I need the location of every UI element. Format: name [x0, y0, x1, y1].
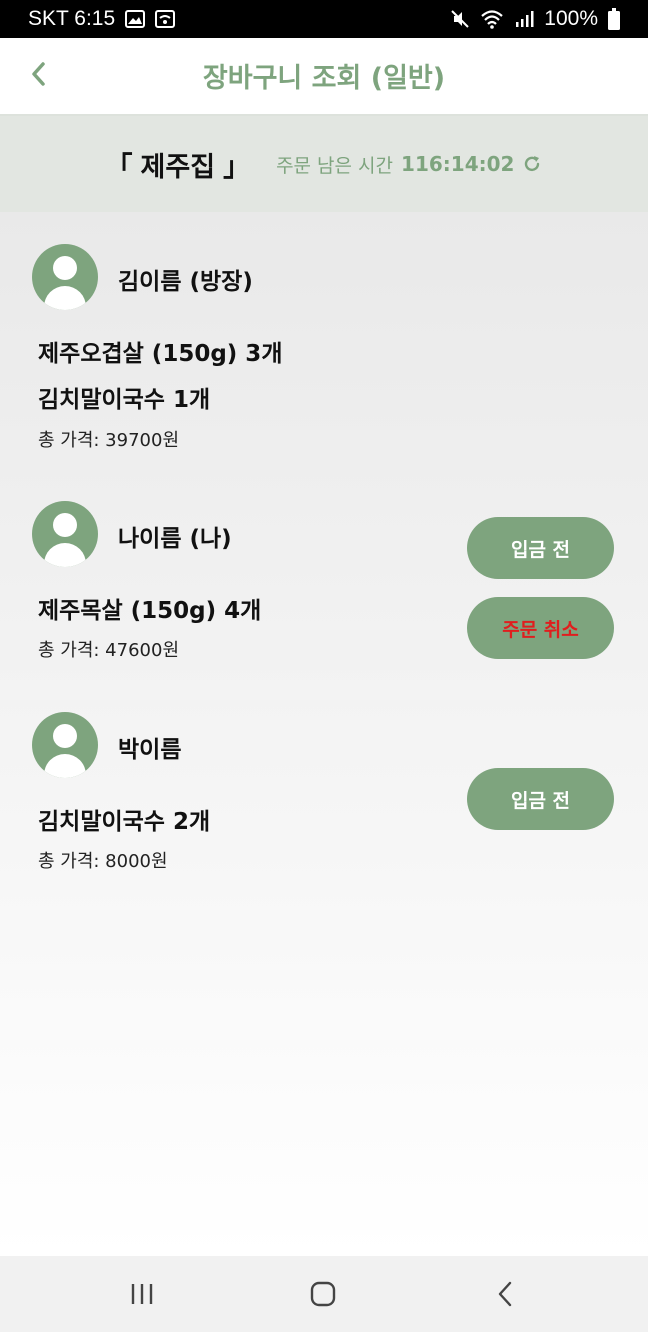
signal-icon — [514, 10, 534, 28]
deposit-status-button[interactable]: 입금 전 — [467, 517, 614, 579]
back-arrow-icon — [498, 1281, 512, 1307]
order-item: 제주오겹살 (150g) 3개 — [38, 341, 283, 367]
home-icon — [310, 1281, 336, 1307]
timer-value: 116:14:02 — [401, 152, 515, 176]
status-left: SKT 6:15 — [28, 7, 176, 31]
app-bar: 장바구니 조회 (일반) — [0, 38, 648, 112]
mute-icon — [450, 9, 470, 29]
total-price: 총 가격: 8000원 — [38, 851, 168, 872]
bracket-open: 「 — [105, 151, 133, 183]
back-button[interactable] — [22, 58, 54, 90]
carrier-time: SKT 6:15 — [28, 7, 116, 30]
order-item: 김치말이국수 2개 — [38, 809, 211, 835]
total-price: 총 가격: 39700원 — [38, 430, 180, 451]
store-name: 제주집 — [140, 151, 216, 183]
battery-icon — [608, 8, 620, 30]
avatar-head — [53, 513, 77, 537]
member-list: 김이름 (방장) 제주오겹살 (150g) 3개 김치말이국수 1개 총 가격:… — [0, 212, 648, 1256]
bracket-close: 」 — [223, 151, 251, 183]
timer-label: 주문 남은 시간 — [276, 154, 394, 177]
order-item: 김치말이국수 1개 — [38, 387, 211, 413]
page-title: 장바구니 조회 (일반) — [202, 62, 446, 94]
status-right: 100% — [450, 7, 620, 31]
status-bar: SKT 6:15 100% — [0, 0, 648, 38]
deposit-status-button[interactable]: 입금 전 — [467, 768, 614, 830]
cancel-order-button[interactable]: 주문 취소 — [467, 597, 614, 659]
member-name: 나이름 (나) — [118, 526, 232, 552]
avatar-body — [44, 543, 86, 567]
order-item: 제주목살 (150g) 4개 — [38, 598, 262, 624]
avatar — [32, 244, 98, 310]
avatar-head — [53, 256, 77, 280]
avatar-body — [44, 286, 86, 310]
member-name: 김이름 (방장) — [118, 269, 253, 295]
order-timer: 주문 남은 시간 116:14:02 — [276, 151, 542, 178]
avatar-head — [53, 724, 77, 748]
recent-apps-button[interactable] — [122, 1278, 162, 1310]
wifi-icon — [480, 9, 504, 29]
group-header: 「 제주집 」 주문 남은 시간 116:14:02 — [0, 114, 648, 212]
image-icon — [125, 10, 146, 28]
battery-percent: 100% — [544, 7, 598, 30]
store-title: 「 제주집 」 — [106, 145, 251, 184]
recent-apps-icon — [131, 1284, 153, 1304]
avatar — [32, 501, 98, 567]
system-nav-bar — [0, 1256, 648, 1332]
avatar — [32, 712, 98, 778]
system-back-button[interactable] — [485, 1278, 525, 1310]
refresh-icon[interactable] — [522, 154, 542, 174]
wifi-status-icon — [155, 10, 176, 28]
member-name: 박이름 — [118, 737, 182, 763]
avatar-body — [44, 754, 86, 778]
chevron-left-icon — [32, 62, 45, 86]
total-price: 총 가격: 47600원 — [38, 640, 180, 661]
home-button[interactable] — [303, 1278, 343, 1310]
